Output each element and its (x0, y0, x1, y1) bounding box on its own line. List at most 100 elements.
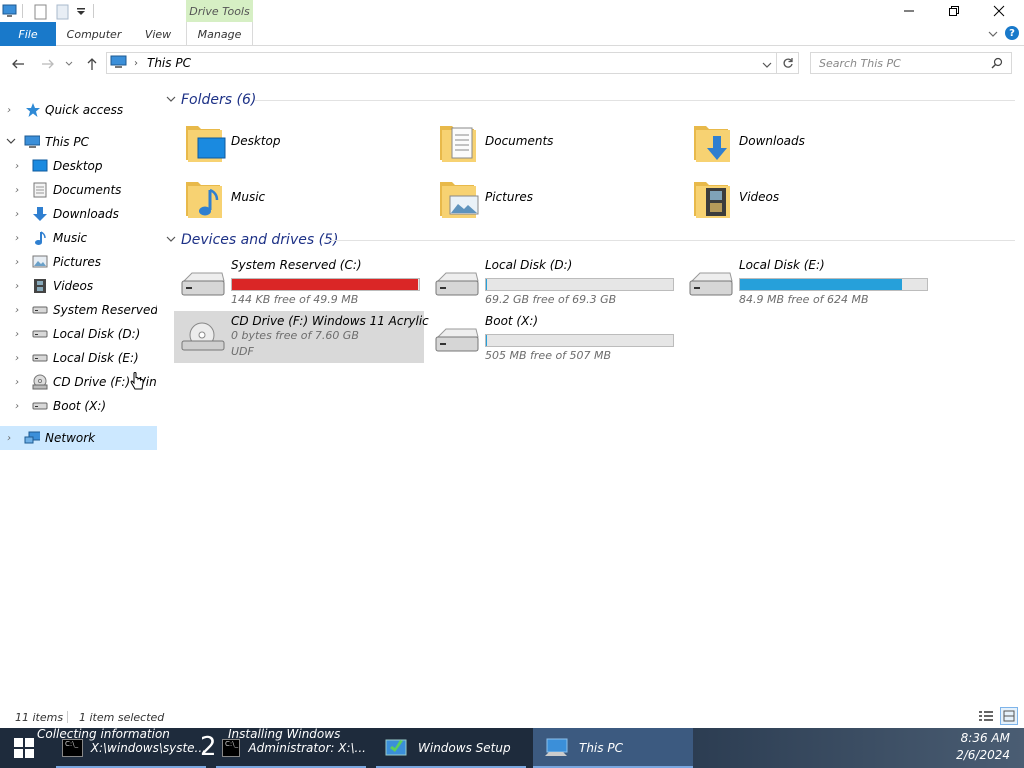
drive-boot-x[interactable]: Boot (X:) 505 MB free of 507 MB (428, 311, 678, 363)
chevron-right-icon[interactable]: › (15, 257, 19, 268)
search-placeholder: Search This PC (819, 56, 901, 70)
tab-manage[interactable]: Manage (186, 22, 253, 46)
chevron-right-icon[interactable]: › (7, 433, 11, 444)
taskbar: Collecting information C:\_ X:\windows\s… (0, 727, 1024, 768)
folder-documents[interactable]: Documents (414, 116, 654, 168)
hard-drive-icon (32, 398, 48, 414)
quick-access-star-icon (25, 102, 41, 118)
tree-item-boot-x[interactable]: › Boot (X:) (0, 394, 157, 418)
forward-button[interactable] (38, 54, 58, 74)
drive-system-reserved-c[interactable]: System Reserved (C:) 144 KB free of 49.9… (174, 255, 424, 307)
restore-button[interactable] (931, 0, 977, 22)
music-note-icon (32, 230, 48, 246)
back-arrow-icon (12, 59, 24, 69)
taskbar-cmd-windows-system[interactable]: C:\_ X:\windows\syste... (56, 728, 206, 768)
item-count: 11 items (15, 710, 64, 724)
drives-group-divider (328, 240, 1015, 241)
folder-videos[interactable]: Videos (668, 172, 908, 224)
recent-locations-button[interactable] (62, 54, 76, 74)
this-pc-icon (110, 55, 128, 72)
tree-item-desktop[interactable]: › Desktop (0, 154, 157, 178)
tree-item-downloads[interactable]: › Downloads (0, 202, 157, 226)
downloads-folder-icon (694, 126, 730, 162)
chevron-down-icon[interactable] (166, 235, 180, 246)
customize-quick-access-icon[interactable] (76, 6, 86, 20)
hand-cursor-icon (130, 372, 144, 395)
tab-computer[interactable]: Computer (60, 22, 128, 46)
breadcrumb-chevron-icon[interactable]: › (134, 58, 138, 69)
chevron-down-icon[interactable] (6, 137, 16, 148)
tree-item-music[interactable]: › Music (0, 226, 157, 250)
close-icon (993, 5, 1005, 17)
chevron-right-icon[interactable]: › (15, 233, 19, 244)
search-input[interactable]: Search This PC (810, 52, 1012, 74)
chevron-right-icon[interactable]: › (15, 161, 19, 172)
chevron-right-icon[interactable]: › (15, 353, 19, 364)
large-icons-view-icon[interactable] (1000, 707, 1018, 725)
chevron-right-icon[interactable]: › (15, 185, 19, 196)
drives-group-header[interactable]: Devices and drives (5) (166, 228, 338, 252)
drive-cd-drive-f[interactable]: CD Drive (F:) Windows 11 Acrylic 0 bytes… (174, 311, 429, 363)
refresh-button[interactable] (777, 52, 799, 74)
properties-icon[interactable] (34, 4, 48, 23)
details-view-icon[interactable] (978, 709, 994, 726)
address-bar[interactable]: › This PC (106, 52, 777, 74)
chevron-down-icon[interactable] (166, 95, 180, 106)
tree-item-local-disk-e[interactable]: › Local Disk (E:) (0, 346, 157, 370)
chevron-right-icon[interactable]: › (15, 329, 19, 340)
tree-item-videos[interactable]: › Videos (0, 274, 157, 298)
hard-drive-icon (32, 302, 48, 318)
taskbar-this-pc[interactable]: This PC (533, 728, 693, 768)
up-button[interactable] (82, 54, 102, 74)
tab-view[interactable]: View (138, 22, 178, 46)
folder-desktop[interactable]: Desktop (160, 116, 400, 168)
chevron-down-icon (65, 61, 73, 66)
folders-group-divider (255, 100, 1015, 101)
help-icon[interactable]: ? (1005, 26, 1019, 40)
taskbar-cmd-administrator[interactable]: C:\_ Administrator: X:\... (216, 728, 366, 768)
breadcrumb-this-pc[interactable]: This PC (147, 56, 191, 70)
tree-item-documents[interactable]: › Documents (0, 178, 157, 202)
chevron-right-icon[interactable]: › (7, 105, 11, 116)
drive-usage-bar (231, 278, 420, 291)
chevron-right-icon[interactable]: › (15, 377, 19, 388)
hard-drive-icon (435, 328, 479, 352)
expand-ribbon-icon[interactable] (988, 28, 998, 42)
drive-usage-bar (485, 334, 674, 347)
folder-pictures[interactable]: Pictures (414, 172, 654, 224)
restore-icon (949, 6, 959, 16)
folder-music[interactable]: Music (160, 172, 400, 224)
tree-item-quick-access[interactable]: › Quick access (0, 98, 157, 122)
chevron-right-icon[interactable]: › (15, 305, 19, 316)
folder-downloads[interactable]: Downloads (668, 116, 908, 168)
drive-local-disk-d[interactable]: Local Disk (D:) 69.2 GB free of 69.3 GB (428, 255, 678, 307)
drive-local-disk-e[interactable]: Local Disk (E:) 84.9 MB free of 624 MB (682, 255, 932, 307)
clock-date[interactable]: 2/6/2024 (956, 748, 1010, 762)
tree-item-local-disk-d[interactable]: › Local Disk (D:) (0, 322, 157, 346)
tree-item-network[interactable]: › Network (0, 426, 157, 450)
back-button[interactable] (8, 54, 28, 74)
taskbar-windows-setup[interactable]: Windows Setup (376, 728, 526, 768)
chevron-right-icon[interactable]: › (15, 209, 19, 220)
documents-icon (32, 182, 48, 198)
close-button[interactable] (976, 0, 1022, 22)
command-prompt-icon: C:\_ (222, 739, 241, 757)
clock-time[interactable]: 8:36 AM (961, 731, 1010, 745)
folders-group-header[interactable]: Folders (6) (166, 88, 256, 112)
chevron-right-icon[interactable]: › (15, 281, 19, 292)
search-icon[interactable] (991, 57, 1003, 72)
tree-item-this-pc[interactable]: This PC (0, 130, 157, 154)
command-prompt-icon: C:\_ (62, 739, 83, 757)
tree-item-cd-drive[interactable]: › CD Drive (F:) Windows 11 Acrylic (0, 370, 157, 394)
chevron-right-icon[interactable]: › (15, 401, 19, 412)
content-pane: Folders (6) Desktop Documents Downloads (160, 88, 1024, 708)
new-folder-icon[interactable] (56, 4, 70, 23)
tab-file[interactable]: File (0, 22, 56, 46)
minimize-button[interactable] (886, 0, 932, 22)
tree-item-system-reserved[interactable]: › System Reserved (C:) (0, 298, 157, 322)
address-row: › This PC Search This PC (0, 48, 1024, 80)
film-strip-icon (32, 278, 48, 294)
drive-usage-bar (485, 278, 674, 291)
tree-item-pictures[interactable]: › Pictures (0, 250, 157, 274)
address-history-button[interactable] (762, 58, 772, 72)
